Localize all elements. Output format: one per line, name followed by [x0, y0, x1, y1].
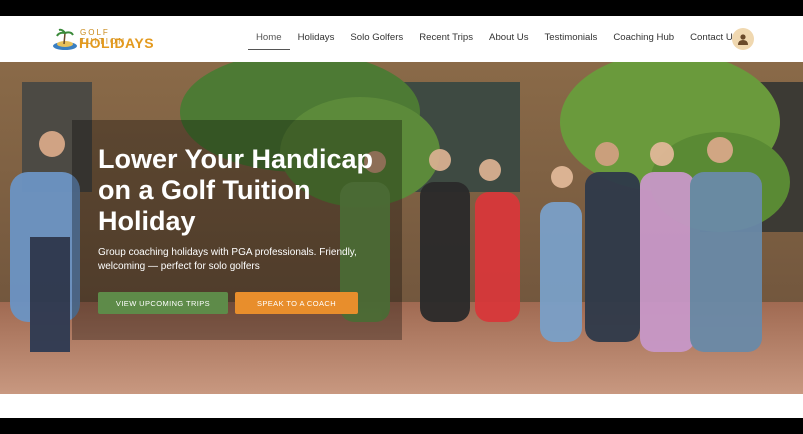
- speak-to-coach-button[interactable]: SPEAK TO A COACH: [235, 292, 358, 314]
- top-black-bar: [0, 0, 803, 16]
- nav-coaching-hub[interactable]: Coaching Hub: [605, 32, 682, 50]
- nav-about-us[interactable]: About Us: [481, 32, 536, 50]
- page-bottom-band: [0, 394, 803, 418]
- page: GOLF TUITION HOLIDAYS Home Holidays Solo…: [0, 0, 803, 434]
- nav-holidays[interactable]: Holidays: [290, 32, 343, 50]
- nav-solo-golfers[interactable]: Solo Golfers: [342, 32, 411, 50]
- hero-section: Lower Your Handicap on a Golf Tuition Ho…: [0, 62, 803, 394]
- account-button[interactable]: [732, 28, 754, 50]
- site-header: GOLF TUITION HOLIDAYS Home Holidays Solo…: [0, 16, 803, 62]
- nav-home[interactable]: Home: [248, 32, 290, 50]
- view-upcoming-trips-button[interactable]: VIEW UPCOMING TRIPS: [98, 292, 228, 314]
- site-logo[interactable]: GOLF TUITION HOLIDAYS: [52, 28, 156, 52]
- user-icon: [738, 34, 748, 45]
- nav-testimonials[interactable]: Testimonials: [537, 32, 606, 50]
- bottom-black-bar: [0, 418, 803, 434]
- logo-island-icon: [53, 28, 77, 50]
- hero-headline: Lower Your Handicap on a Golf Tuition Ho…: [98, 144, 374, 236]
- main-nav: Home Holidays Solo Golfers Recent Trips …: [248, 32, 746, 52]
- nav-recent-trips[interactable]: Recent Trips: [411, 32, 481, 50]
- logo-text-bottom: HOLIDAYS: [79, 35, 155, 51]
- hero-subtext: Group coaching holidays with PGA profess…: [98, 247, 357, 272]
